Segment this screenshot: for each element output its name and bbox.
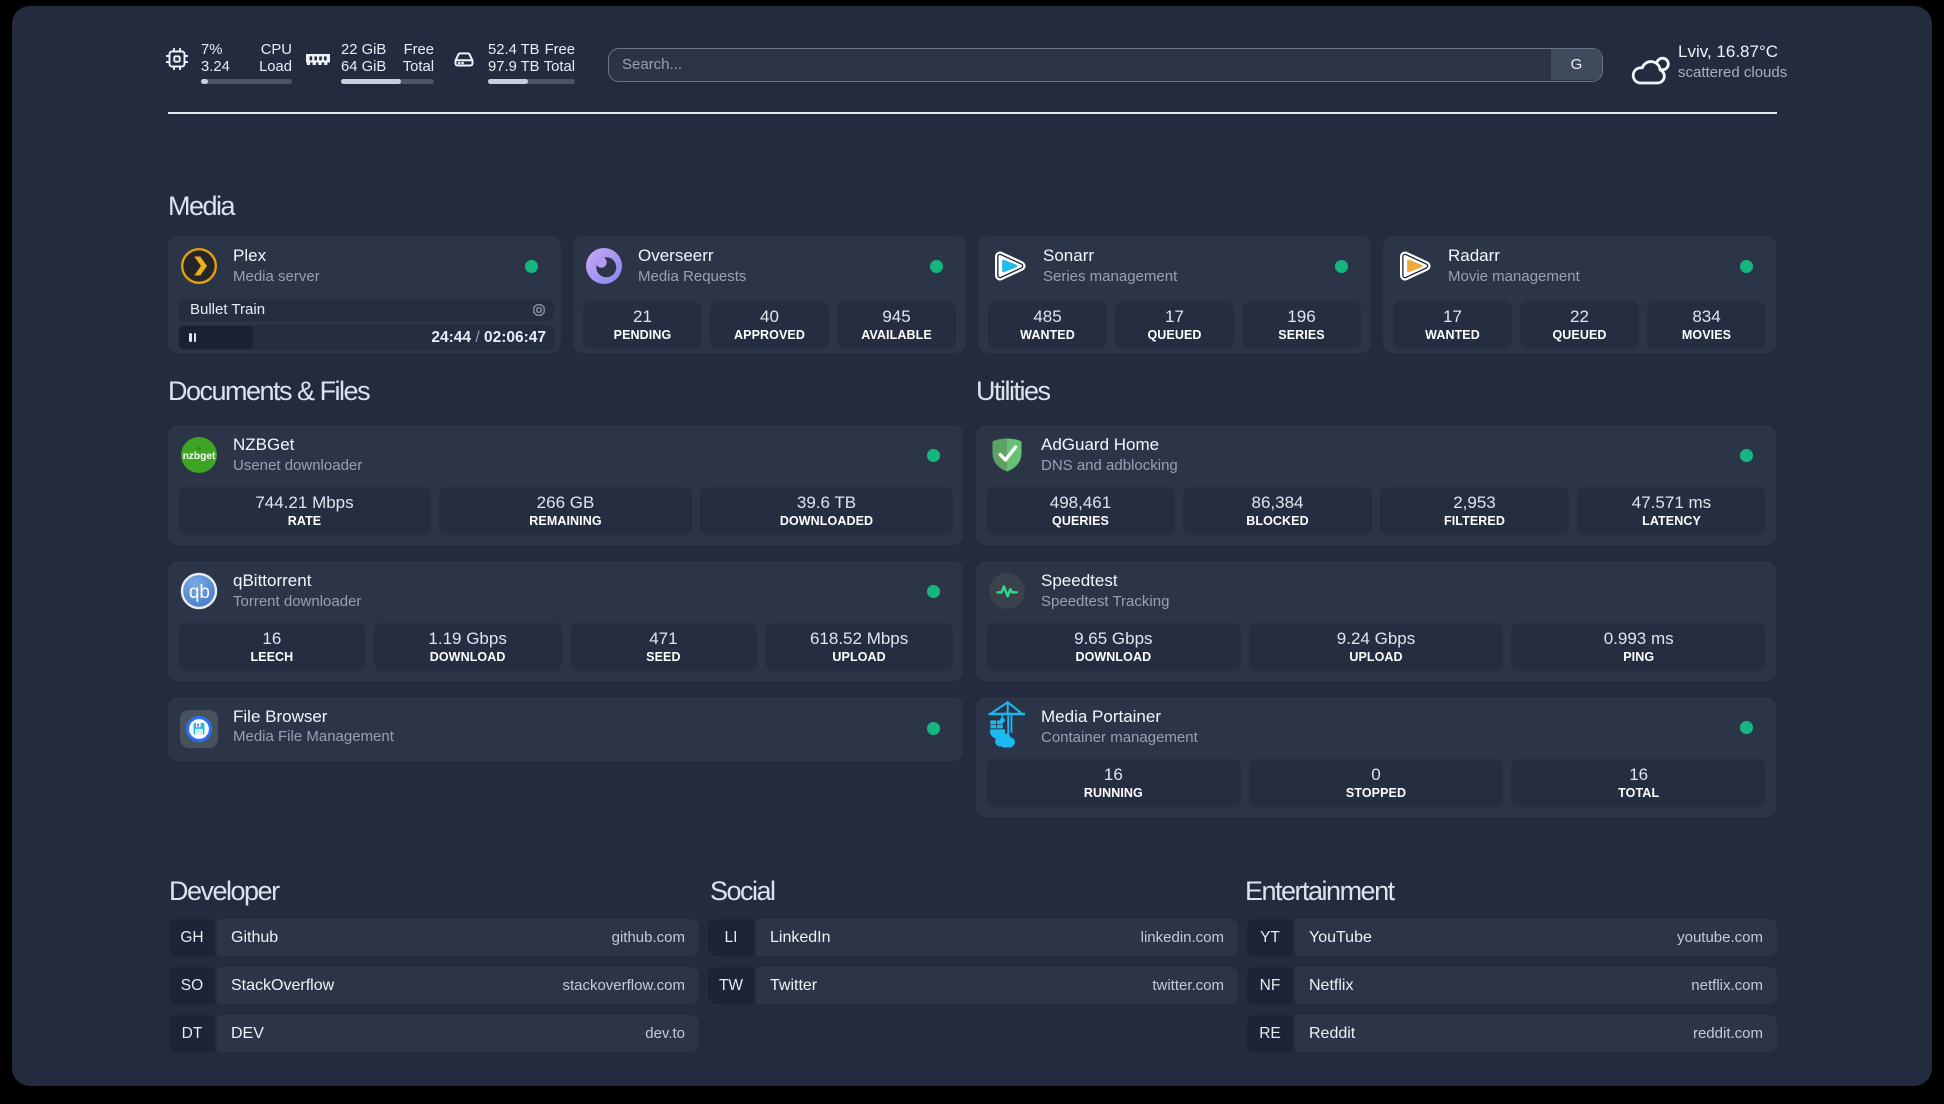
svg-text:nzbget: nzbget	[183, 451, 216, 462]
svg-text:qb: qb	[189, 582, 210, 603]
